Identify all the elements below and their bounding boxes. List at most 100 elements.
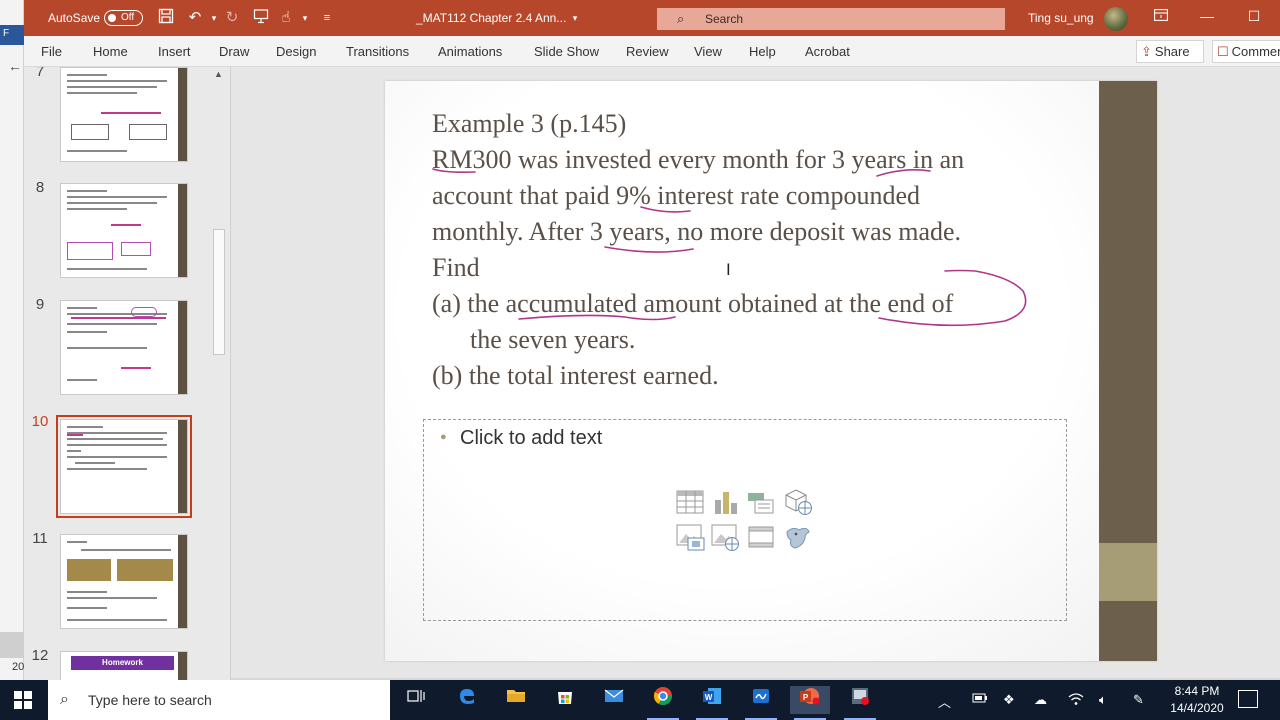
onedrive-icon[interactable]: ☁: [1034, 692, 1047, 708]
microsoft-store-icon[interactable]: [545, 686, 585, 714]
tab-design[interactable]: Design: [276, 44, 316, 59]
search-placeholder: Search: [705, 12, 744, 26]
slide-number-11: 11: [32, 530, 48, 547]
insert-picture-icon[interactable]: [676, 524, 705, 551]
slide-editing-area: Example 3 (p.145) RM300 was invested eve…: [230, 67, 1280, 680]
dropbox-icon[interactable]: ❖: [1003, 692, 1015, 708]
thumbnails-scrollbar[interactable]: ▲: [210, 67, 230, 680]
task-view-icon[interactable]: [396, 686, 436, 714]
slide-thumbnail-7[interactable]: [60, 67, 188, 162]
touch-dropdown-icon[interactable]: ▾: [295, 8, 315, 28]
start-from-beginning-icon[interactable]: [251, 8, 271, 28]
slide-number-8: 8: [35, 179, 45, 196]
slide-thumbnail-12[interactable]: Homework: [60, 651, 188, 680]
windows-taskbar: ⌕ Type here to search W P ︿ ❖ ☁ 🔈︎ ✎ 8:4…: [0, 680, 1280, 720]
tab-view[interactable]: View: [694, 44, 722, 59]
user-name[interactable]: Ting su_ung: [1028, 11, 1094, 25]
tab-home[interactable]: Home: [93, 44, 128, 59]
insert-online-picture-icon[interactable]: [711, 524, 739, 551]
autosave-toggle[interactable]: Off: [104, 10, 143, 26]
slide-line: RM300 was invested every month for 3 yea…: [432, 145, 965, 174]
slide-side-accent: [1099, 543, 1157, 601]
placeholder-text: Click to add text: [460, 427, 603, 449]
action-center-icon[interactable]: [1238, 690, 1258, 708]
tab-file[interactable]: File: [41, 44, 62, 59]
battery-icon[interactable]: [972, 692, 988, 707]
background-app-titlebar: F: [0, 25, 24, 45]
word-icon[interactable]: W: [692, 686, 732, 720]
insert-chart-icon[interactable]: [712, 490, 740, 516]
slide-number-12: 12: [31, 647, 49, 664]
minimize-icon[interactable]: —: [1192, 8, 1222, 24]
document-title[interactable]: _MAT112 Chapter 2.4 Ann...: [416, 11, 566, 25]
search-icon: ⌕: [677, 11, 685, 26]
wifi-icon[interactable]: [1068, 692, 1084, 709]
slide-thumbnails-pane: 7 8 9 10 11 12 Homework ▲: [24, 67, 230, 680]
slide-thumbnail-10[interactable]: [56, 415, 192, 518]
insert-3d-model-icon[interactable]: [784, 488, 812, 515]
maximize-icon[interactable]: ☐: [1239, 8, 1269, 25]
powerpoint-window: AutoSave Off ↶ ▾ ↻ ☝ ▾ ≡ _MAT112 Chapter…: [24, 0, 1280, 680]
taskbar-search-box[interactable]: ⌕ Type here to search: [48, 680, 390, 720]
title-dropdown-icon[interactable]: ▾: [565, 8, 585, 28]
redo-icon[interactable]: ↻: [222, 8, 242, 28]
customize-toolbar-icon[interactable]: ≡: [317, 8, 337, 28]
volume-icon[interactable]: 🔈︎: [1099, 692, 1107, 708]
windows-start-icon[interactable]: [14, 691, 32, 709]
insert-table-icon[interactable]: [676, 490, 704, 516]
svg-text:P: P: [803, 693, 809, 702]
search-box[interactable]: ⌕ Search: [657, 8, 1005, 30]
current-slide[interactable]: Example 3 (p.145) RM300 was invested eve…: [385, 81, 1157, 661]
clock-time: 8:44 PM: [1174, 684, 1220, 698]
back-arrow-icon[interactable]: ←: [8, 58, 22, 74]
mail-icon[interactable]: [594, 686, 634, 714]
ribbon-tabs: File Home Insert Draw Design Transitions…: [24, 36, 1280, 67]
slide-title-textbox[interactable]: Example 3 (p.145) RM300 was invested eve…: [432, 106, 1072, 394]
undo-dropdown-icon[interactable]: ▾: [204, 8, 224, 28]
slide-line-part-a-cont: the seven years.: [470, 325, 636, 354]
scroll-up-arrow-icon[interactable]: ▲: [214, 69, 223, 79]
tab-insert[interactable]: Insert: [158, 44, 191, 59]
svg-text:W: W: [705, 693, 713, 702]
text-cursor-icon: I: [726, 260, 731, 279]
tab-acrobat[interactable]: Acrobat: [805, 44, 850, 59]
tab-transitions[interactable]: Transitions: [346, 44, 409, 59]
show-hidden-icons-icon[interactable]: ︿: [938, 692, 951, 711]
avatar[interactable]: [1104, 7, 1128, 31]
tab-review[interactable]: Review: [626, 44, 669, 59]
system-clock[interactable]: 8:44 PM 14/4/2020: [1162, 683, 1232, 717]
insert-video-icon[interactable]: [748, 524, 776, 550]
slide-number-9: 9: [35, 296, 45, 313]
content-placeholder[interactable]: ● Click to add text: [423, 419, 1067, 621]
comments-button[interactable]: ☐Comments: [1212, 40, 1280, 63]
powerpoint-icon[interactable]: P: [790, 686, 830, 720]
slide-thumbnail-8[interactable]: [60, 183, 188, 278]
autosave-label: AutoSave: [48, 11, 101, 25]
thumbnails-scroll-thumb[interactable]: [213, 229, 225, 355]
ribbon-display-options-icon[interactable]: [1146, 8, 1176, 24]
slide-thumbnail-9[interactable]: [60, 300, 188, 395]
insert-smartart-icon[interactable]: [747, 490, 775, 516]
comment-icon: ☐: [1217, 44, 1229, 59]
insert-icons-icon[interactable]: [783, 524, 811, 550]
slide-line-part-a: (a) the accumulated amount obtained at t…: [432, 289, 954, 318]
edge-browser-icon[interactable]: [447, 686, 487, 714]
undo-icon[interactable]: ↶: [185, 8, 205, 28]
whiteboard-icon[interactable]: [741, 686, 781, 720]
save-icon[interactable]: [156, 8, 176, 28]
tab-animations[interactable]: Animations: [438, 44, 502, 59]
file-explorer-icon[interactable]: [496, 686, 536, 714]
slide-thumbnail-11[interactable]: [60, 534, 188, 629]
slide-line-title: Example 3 (p.145): [432, 109, 627, 138]
pen-workspace-icon[interactable]: ✎: [1133, 692, 1144, 708]
tab-draw[interactable]: Draw: [219, 44, 249, 59]
recorder-app-icon[interactable]: [840, 686, 880, 720]
slide-number-10: 10: [31, 413, 49, 430]
slide-line: Find: [432, 253, 480, 282]
touch-mode-icon[interactable]: ☝: [276, 8, 296, 28]
tab-help[interactable]: Help: [749, 44, 776, 59]
share-button[interactable]: ⇪ Share: [1136, 40, 1204, 63]
tab-slide-show[interactable]: Slide Show: [534, 44, 599, 59]
slide-line: account that paid 9% interest rate compo…: [432, 181, 921, 210]
chrome-icon[interactable]: [643, 686, 683, 720]
